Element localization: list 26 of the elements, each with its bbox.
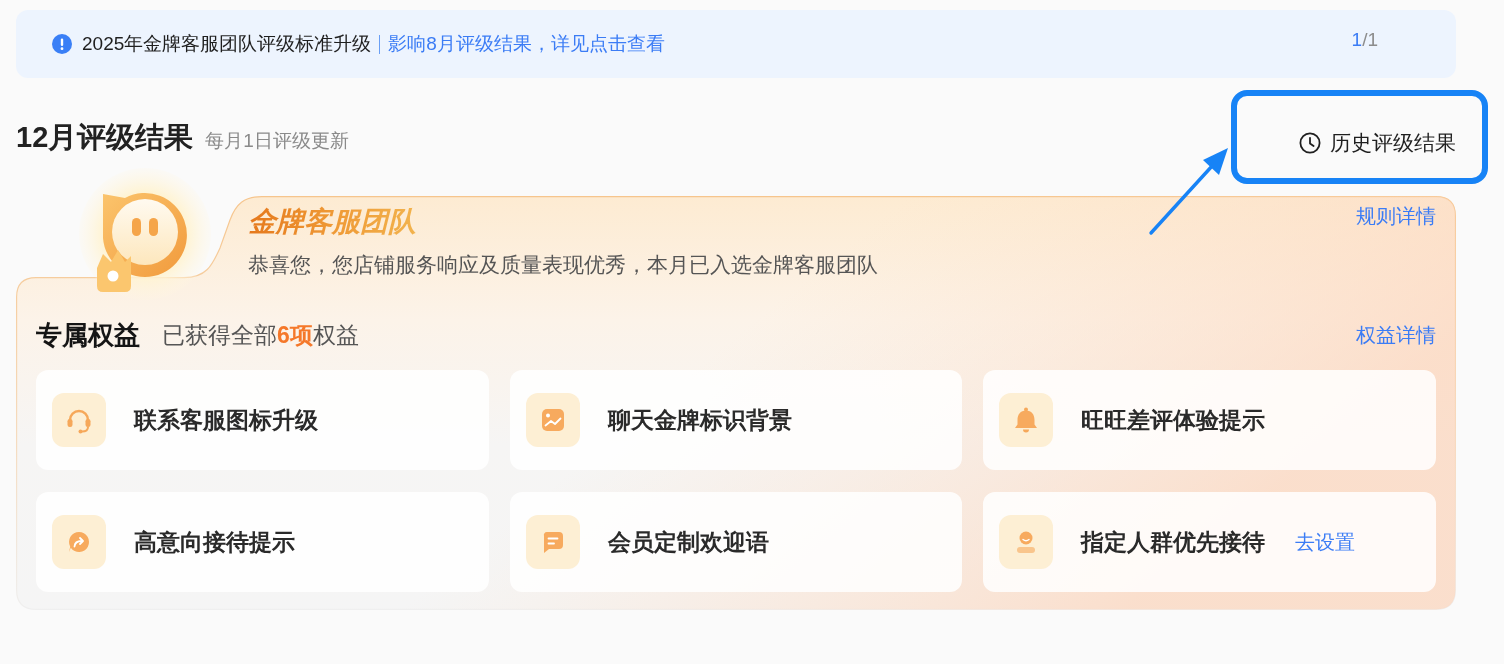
share-bubble-icon xyxy=(52,515,106,569)
person-icon xyxy=(999,515,1054,569)
benefits-summary: 已获得全部6项权益 xyxy=(162,320,359,350)
benefit-label: 指定人群优先接待 xyxy=(1081,527,1266,557)
benefit-label: 高意向接待提示 xyxy=(134,527,295,557)
headset-icon xyxy=(52,393,106,447)
rules-link[interactable]: 规则详情 xyxy=(1356,204,1436,228)
benefit-label: 联系客服图标升级 xyxy=(134,405,318,435)
notice-title: 2025年金牌客服团队评级标准升级 xyxy=(82,32,372,56)
heading-subtitle: 每月1日评级更新 xyxy=(205,129,349,153)
benefit-label: 聊天金牌标识背景 xyxy=(607,405,792,435)
section-title: 专属权益 xyxy=(36,318,140,352)
clock-icon xyxy=(1299,132,1321,154)
benefit-label: 旺旺差评体验提示 xyxy=(1081,405,1266,435)
page-indicator: 1/1 xyxy=(1351,29,1378,51)
history-link[interactable]: 历史评级结果 xyxy=(1299,129,1456,157)
team-description: 恭喜您，您店铺服务响应及质量表现优秀，本月已入选金牌客服团队 xyxy=(248,253,878,277)
setup-link[interactable]: 去设置 xyxy=(1295,530,1356,554)
benefit-label: 会员定制欢迎语 xyxy=(607,527,769,557)
message-icon xyxy=(525,515,580,569)
bell-icon xyxy=(999,393,1054,447)
picture-icon xyxy=(525,393,580,447)
heading-title: 12月评级结果 xyxy=(16,120,194,155)
benefits-details-link[interactable]: 权益详情 xyxy=(1356,323,1436,347)
info-icon xyxy=(52,34,72,54)
notice-link[interactable]: 影响8月评级结果，详见点击查看 xyxy=(388,31,665,57)
